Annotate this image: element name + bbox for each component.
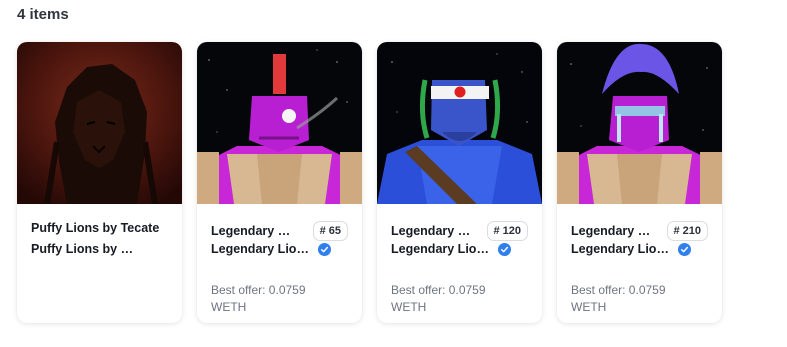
item-name[interactable]: Legendary Lions by Tecate	[211, 224, 297, 238]
rank-badge: #65	[312, 221, 348, 241]
verified-icon	[678, 242, 691, 256]
collection-name[interactable]: Legendary Lions by Tecate	[571, 242, 675, 256]
best-offer: Best offer: 0.0759 WETH	[571, 283, 666, 314]
collection-name[interactable]: Puffy Lions by Tecate	[31, 242, 139, 256]
item-name[interactable]: Puffy Lions by Tecate	[31, 221, 159, 235]
verified-icon	[498, 242, 511, 256]
item-card[interactable]: Legendary Lions by Tecate #65 Legendary …	[197, 42, 362, 323]
item-name[interactable]: Legendary Lions by Tecate	[391, 224, 477, 238]
rank-badge: #210	[666, 221, 708, 241]
item-image[interactable]	[17, 42, 182, 204]
collection-name[interactable]: Legendary Lions by Tecate	[391, 242, 495, 256]
item-card[interactable]: Puffy Lions by Tecate Puffy Lions by Tec…	[17, 42, 182, 323]
item-card[interactable]: Legendary Lions by Tecate #120 Legendary…	[377, 42, 542, 323]
best-offer: Best offer: 0.0759 WETH	[391, 283, 486, 314]
item-card[interactable]: Legendary Lions by Tecate #210 Legendary…	[557, 42, 722, 323]
rank-badge: #120	[486, 221, 528, 241]
collection-name[interactable]: Legendary Lions by Tecate	[211, 242, 315, 256]
item-image[interactable]	[377, 42, 542, 204]
item-image[interactable]	[197, 42, 362, 204]
items-count: 4 items	[17, 6, 69, 23]
best-offer: Best offer: 0.0759 WETH	[211, 283, 306, 314]
item-name[interactable]: Legendary Lions by Tecate	[571, 224, 657, 238]
verified-icon	[318, 242, 331, 256]
item-image[interactable]	[557, 42, 722, 204]
